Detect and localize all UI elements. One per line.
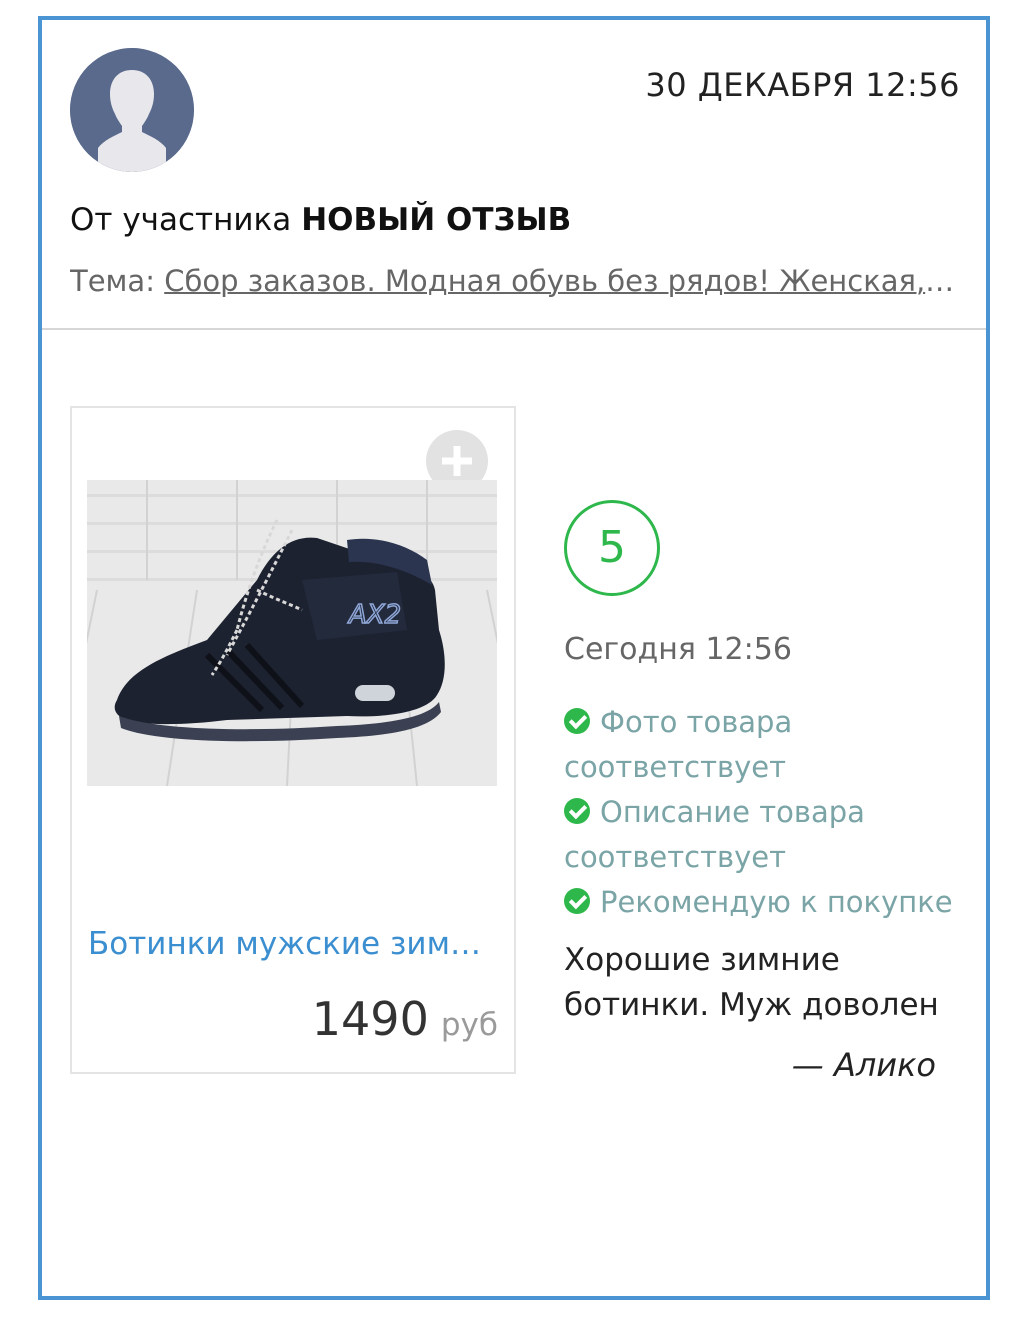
from-name[interactable]: НОВЫЙ ОТЗЫВ bbox=[301, 202, 571, 238]
header-divider bbox=[42, 328, 986, 330]
product-image[interactable]: AX2 bbox=[87, 480, 497, 786]
review-checks: Фото товара соответствует Описание товар… bbox=[564, 700, 964, 925]
from-prefix: От участника bbox=[70, 202, 292, 238]
from-line: От участника НОВЫЙ ОТЗЫВ bbox=[70, 202, 571, 238]
check-circle-icon bbox=[564, 708, 590, 734]
topic-link[interactable]: Сбор заказов. Модная обувь без рядов! Же… bbox=[164, 264, 960, 298]
product-price: 1490 руб bbox=[312, 992, 498, 1046]
check-circle-icon bbox=[564, 798, 590, 824]
check-photo-matches: Фото товара соответствует bbox=[564, 700, 964, 790]
product-name-link[interactable]: Ботинки мужские зимние bbox=[88, 926, 488, 962]
check-label: Рекомендую к покупке bbox=[600, 885, 953, 919]
product-card[interactable]: AX2 Ботинки мужские зимние 1490 руб bbox=[70, 406, 516, 1074]
shoe-photo-icon: AX2 bbox=[87, 480, 497, 786]
topic-label: Тема: bbox=[70, 264, 155, 298]
check-recommend: Рекомендую к покупке bbox=[564, 880, 964, 925]
review-text: Хорошие зимние ботинки. Муж доволен bbox=[564, 942, 939, 1023]
check-label: Описание товара соответствует bbox=[564, 795, 865, 874]
review-notification-card: 30 ДЕКАБРЯ 12:56 От участника НОВЫЙ ОТЗЫВ… bbox=[38, 16, 990, 1300]
notification-datetime: 30 ДЕКАБРЯ 12:56 bbox=[645, 66, 960, 104]
svg-text:AX2: AX2 bbox=[347, 600, 401, 630]
user-silhouette-icon bbox=[70, 48, 194, 172]
topic-line: Тема: Сбор заказов. Модная обувь без ряд… bbox=[70, 264, 960, 298]
price-currency: руб bbox=[440, 1007, 498, 1043]
check-description-matches: Описание товара соответствует bbox=[564, 790, 964, 880]
price-value: 1490 bbox=[311, 992, 429, 1046]
review-author: — Алико bbox=[791, 1046, 936, 1084]
check-label: Фото товара соответствует bbox=[564, 705, 793, 784]
user-avatar[interactable] bbox=[70, 48, 194, 172]
rating-badge: 5 bbox=[564, 500, 660, 596]
review-time: Сегодня 12:56 bbox=[564, 632, 792, 667]
check-circle-icon bbox=[564, 888, 590, 914]
